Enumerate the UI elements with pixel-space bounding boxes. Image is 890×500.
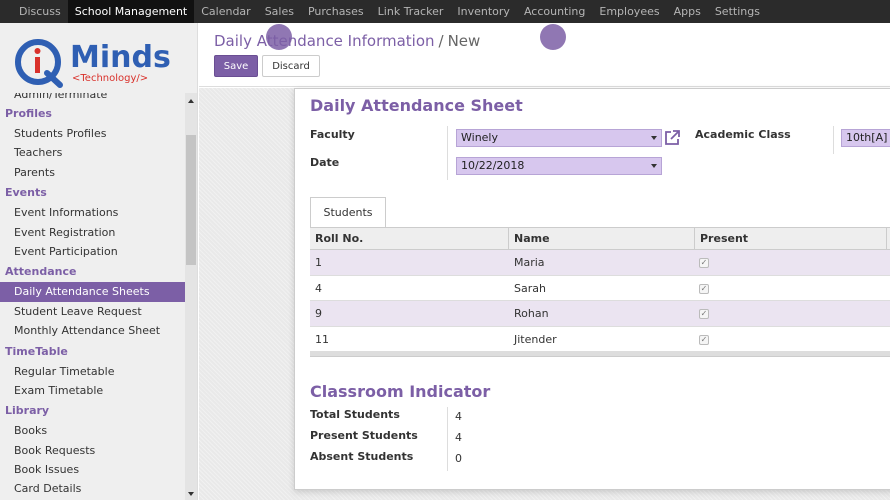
sidebar-item-book-requests[interactable]: Book Requests [0, 441, 185, 460]
roll-no-cell: 1 [315, 256, 322, 269]
sidebar-item-admin-terminate[interactable]: Admin/Terminate [0, 93, 185, 103]
sidebar-item-student-leave-request[interactable]: Student Leave Request [0, 302, 185, 321]
sidebar-menu: Admin/Terminate Profiles Students Profil… [0, 93, 185, 499]
sidebar-item-teachers[interactable]: Teachers [0, 143, 185, 162]
table-row[interactable]: 4 Sarah ✓ [310, 276, 890, 301]
name-cell: Jitender [514, 332, 557, 346]
sidebar-item-event-participation[interactable]: Event Participation [0, 242, 185, 261]
external-link-icon[interactable] [663, 129, 681, 147]
sidebar-item-card-details[interactable]: Card Details [0, 479, 185, 498]
table-footer [310, 352, 890, 357]
nav-settings[interactable]: Settings [708, 0, 767, 23]
sidebar-scrollbar[interactable] [185, 93, 197, 500]
classroom-indicator-title: Classroom Indicator [310, 382, 491, 401]
sidebar-section-events: Events [5, 186, 47, 200]
roll-no-cell: 4 [315, 281, 322, 295]
sidebar-item-event-registration[interactable]: Event Registration [0, 223, 185, 242]
sidebar-item-daily-attendance-sheets[interactable]: Daily Attendance Sheets [0, 282, 185, 302]
sidebar-section-profiles: Profiles [5, 107, 52, 120]
sidebar-section-timetable: TimeTable [5, 344, 68, 358]
present-students-label: Present Students [310, 429, 418, 442]
faculty-value: Winely [461, 131, 498, 144]
roll-no-cell: 9 [315, 307, 322, 320]
table-header: Roll No. Name Present [310, 228, 890, 250]
date-label: Date [310, 156, 340, 169]
discard-button[interactable]: Discard [262, 55, 320, 77]
sidebar-item-exam-timetable[interactable]: Exam Timetable [0, 381, 185, 400]
sidebar-section-library: Library [5, 404, 50, 418]
sidebar-item-regular-timetable[interactable]: Regular Timetable [0, 362, 185, 381]
drop-marker [540, 24, 566, 50]
column-header-roll-no[interactable]: Roll No. [310, 228, 509, 250]
nav-apps[interactable]: Apps [667, 0, 708, 23]
breadcrumb-current: New [447, 32, 481, 50]
absent-students-value: 0 [455, 452, 462, 465]
scroll-up-icon[interactable] [188, 99, 194, 103]
breadcrumb: Daily Attendance Information / New [214, 32, 480, 50]
save-button[interactable]: Save [214, 55, 258, 77]
faculty-label: Faculty [310, 128, 355, 141]
table-row[interactable]: 9 Rohan ✓ [310, 301, 890, 327]
form-sheet: Daily Attendance Sheet Faculty Date Wine… [294, 88, 890, 490]
sidebar-item-parents[interactable]: Parents [0, 163, 185, 182]
academic-class-select[interactable]: 10th[A] [841, 129, 890, 147]
nav-accounting[interactable]: Accounting [517, 0, 592, 23]
sidebar: Minds <Technology/> Admin/Terminate Prof… [0, 23, 198, 500]
sidebar-item-event-informations[interactable]: Event Informations [0, 203, 185, 222]
tab-students[interactable]: Students [310, 197, 386, 228]
present-checkbox[interactable]: ✓ [699, 283, 709, 294]
name-cell: Rohan [514, 307, 549, 320]
name-cell: Sarah [514, 281, 546, 295]
absent-students-label: Absent Students [310, 450, 414, 463]
academic-class-value: 10th[A] [846, 131, 888, 144]
sidebar-item-students-profiles[interactable]: Students Profiles [0, 124, 185, 143]
nav-employees[interactable]: Employees [592, 0, 666, 23]
nav-school-management[interactable]: School Management [67, 0, 195, 23]
faculty-select[interactable]: Winely [456, 129, 662, 147]
present-checkbox[interactable]: ✓ [699, 334, 709, 345]
sidebar-item-monthly-attendance-sheet[interactable]: Monthly Attendance Sheet [0, 321, 185, 340]
present-checkbox[interactable]: ✓ [699, 258, 709, 268]
nav-discuss[interactable]: Discuss [12, 0, 68, 23]
date-value: 10/22/2018 [461, 159, 525, 172]
field-divider [447, 126, 448, 180]
name-cell: Maria [514, 256, 545, 269]
scroll-down-icon[interactable] [188, 492, 194, 496]
students-table: Roll No. Name Present 1 Maria ✓ 4 Sarah … [310, 228, 890, 357]
field-divider [447, 407, 448, 471]
scrollbar-thumb[interactable] [186, 135, 196, 265]
nav-calendar[interactable]: Calendar [194, 0, 257, 23]
chevron-down-icon[interactable] [651, 164, 657, 168]
date-picker[interactable]: 10/22/2018 [456, 157, 662, 175]
table-row[interactable]: 1 Maria ✓ [310, 250, 890, 276]
nav-sales[interactable]: Sales [258, 0, 301, 23]
field-divider [833, 126, 834, 154]
nav-inventory[interactable]: Inventory [450, 0, 517, 23]
breadcrumb-separator: / [438, 32, 444, 50]
academic-class-label: Academic Class [695, 128, 791, 141]
sidebar-section-attendance: Attendance [5, 265, 77, 279]
top-navbar: Discuss School Management Calendar Sales… [0, 0, 890, 23]
form-view-area: Daily Attendance Sheet Faculty Date Wine… [199, 88, 890, 500]
total-students-value: 4 [455, 410, 462, 423]
svg-text:Minds: Minds [70, 40, 171, 75]
nav-purchases[interactable]: Purchases [301, 0, 371, 23]
sidebar-item-books[interactable]: Books [0, 421, 185, 440]
breadcrumb-parent[interactable]: Daily Attendance Information [214, 32, 435, 50]
column-header-name[interactable]: Name [509, 228, 695, 250]
svg-text:<Technology/>: <Technology/> [72, 73, 148, 84]
column-header-present[interactable]: Present [695, 228, 887, 250]
drop-marker [266, 24, 292, 50]
sidebar-item-book-issues[interactable]: Book Issues [0, 460, 185, 479]
sheet-title: Daily Attendance Sheet [310, 96, 523, 115]
chevron-down-icon[interactable] [651, 136, 657, 140]
table-row[interactable]: 11 Jitender ✓ [310, 327, 890, 352]
present-students-value: 4 [455, 431, 462, 444]
present-checkbox[interactable]: ✓ [699, 309, 709, 319]
company-logo[interactable]: Minds <Technology/> [14, 35, 184, 97]
nav-link-tracker[interactable]: Link Tracker [371, 0, 451, 23]
roll-no-cell: 11 [315, 332, 329, 346]
total-students-label: Total Students [310, 408, 400, 421]
